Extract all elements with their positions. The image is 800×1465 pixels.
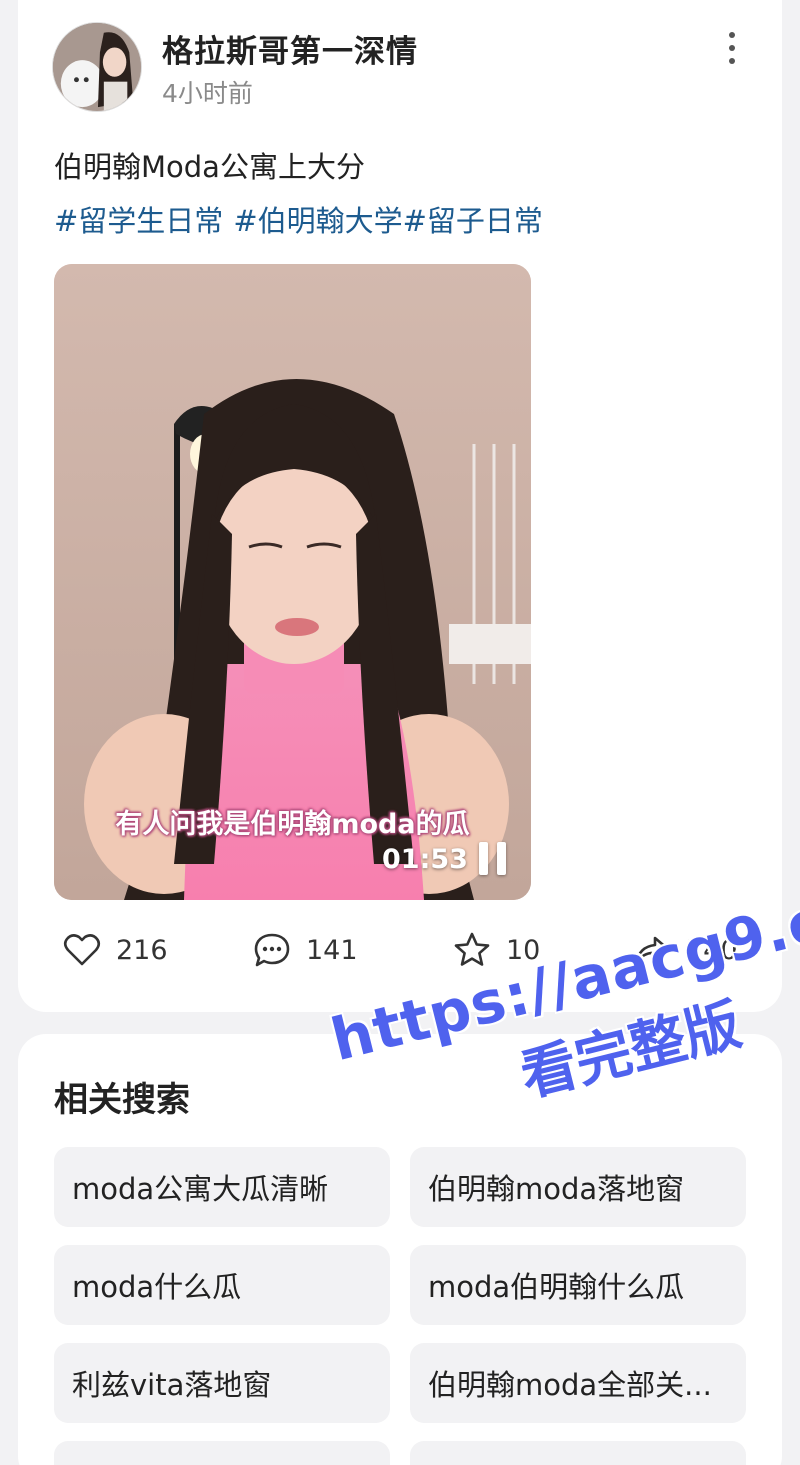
favorite-button[interactable]: 10 xyxy=(452,930,540,970)
favorite-count: 10 xyxy=(506,934,541,966)
hashtag-list: #留学生日常 #伯明翰大学 #留子日常 xyxy=(54,198,543,240)
hashtag-link[interactable]: #留学生日常 xyxy=(54,198,223,240)
hashtag-link[interactable]: #留子日常 xyxy=(403,198,543,240)
star-icon xyxy=(454,932,490,966)
related-search-chip[interactable]: moda什么瓜 xyxy=(54,1245,390,1325)
post-caption: 伯明翰Moda公寓上大分 xyxy=(54,150,365,184)
comment-icon xyxy=(254,933,290,967)
video-subtitle: 有人问我是伯明翰moda的瓜 xyxy=(115,809,470,840)
comment-button[interactable]: 141 xyxy=(252,930,358,970)
like-button[interactable]: 216 xyxy=(62,930,168,970)
related-search-chip[interactable]: 利兹vita落地窗 xyxy=(54,1343,390,1423)
post-timestamp: 4小时前 xyxy=(162,79,253,108)
like-count: 216 xyxy=(116,934,168,966)
share-button[interactable]: 740 xyxy=(632,930,738,970)
related-search-chip[interactable]: moda伯明翰什么瓜 xyxy=(410,1245,746,1325)
related-search-chip[interactable] xyxy=(410,1441,746,1465)
related-search-chip[interactable]: 伯明翰moda全部关... xyxy=(410,1343,746,1423)
post-actions: 216 141 10 740 xyxy=(62,930,752,980)
related-search-chip[interactable] xyxy=(54,1441,390,1465)
more-options-icon[interactable] xyxy=(716,28,748,68)
hashtag-link[interactable]: #伯明翰大学 xyxy=(233,198,402,240)
share-count: 740 xyxy=(686,934,738,966)
comment-count: 141 xyxy=(306,934,358,966)
related-search-chip[interactable]: 伯明翰moda落地窗 xyxy=(410,1147,746,1227)
video-player[interactable]: 有人问我是伯明翰moda的瓜 01:53 xyxy=(54,264,531,900)
share-arrow-icon xyxy=(635,936,670,964)
video-duration: 01:53 xyxy=(382,844,468,875)
related-search-title: 相关搜索 xyxy=(54,1080,190,1120)
heart-icon xyxy=(63,934,101,966)
pause-icon[interactable] xyxy=(474,842,510,878)
author-name[interactable]: 格拉斯哥第一深情 xyxy=(162,26,418,71)
related-search-chip[interactable]: moda公寓大瓜清晰 xyxy=(54,1147,390,1227)
author-avatar[interactable] xyxy=(52,22,142,112)
